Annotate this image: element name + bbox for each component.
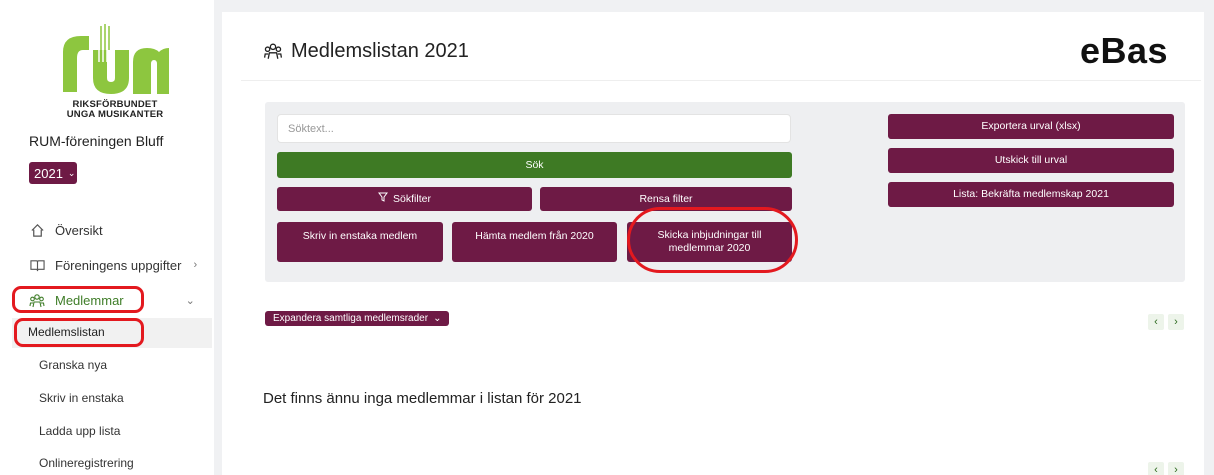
- rum-logo-icon: [63, 24, 169, 94]
- search-filter-label: Sökfilter: [393, 192, 431, 205]
- confirm-membership-label: Lista: Bekräfta medlemskap 2021: [953, 188, 1109, 200]
- export-selection-button[interactable]: Exportera urval (xlsx): [888, 114, 1174, 139]
- nav-item-association-label: Föreningens uppgifter: [55, 257, 182, 273]
- brand-logo: eBas: [1080, 30, 1169, 71]
- chevron-right-icon: ›: [193, 259, 198, 271]
- home-icon: [29, 222, 45, 238]
- chevron-down-icon: ⌄: [67, 167, 76, 178]
- write-member-label: Skriv in enstaka medlem: [302, 230, 418, 242]
- logo-text: RIKSFÖRBUNDET UNGA MUSIKANTER: [55, 100, 175, 120]
- right-strip: [1204, 0, 1214, 475]
- sub-item-review-new[interactable]: Granska nya: [39, 358, 107, 372]
- pager-top: ‹ ›: [1148, 314, 1184, 330]
- pager-bottom: ‹ ›: [1148, 462, 1184, 475]
- search-filter-button[interactable]: Sökfilter: [277, 187, 532, 211]
- header-divider: [241, 80, 1201, 81]
- send-to-selection-label: Utskick till urval: [994, 154, 1068, 166]
- annotation-oval-send-invites: [627, 207, 798, 273]
- confirm-membership-button[interactable]: Lista: Bekräfta medlemskap 2021: [888, 182, 1174, 207]
- export-selection-label: Exportera urval (xlsx): [981, 120, 1081, 132]
- year-select-value: 2021: [34, 165, 63, 181]
- nav-item-association[interactable]: Föreningens uppgifter ›: [29, 257, 197, 273]
- year-select[interactable]: 2021 ⌄: [29, 162, 77, 184]
- annotation-oval-members: [12, 286, 144, 313]
- page-title: Medlemslistan 2021: [263, 40, 469, 63]
- logo-text-line2: UNGA MUSIKANTER: [66, 109, 164, 120]
- fetch-members-label: Hämta medlem från 2020: [475, 230, 594, 242]
- fetch-members-button[interactable]: Hämta medlem från 2020: [452, 222, 617, 262]
- expand-all-rows-button[interactable]: Expandera samtliga medlemsrader ⌄: [265, 311, 450, 326]
- prev-page-button[interactable]: ‹: [1148, 314, 1164, 330]
- book-icon: [29, 257, 45, 273]
- sub-item-write-single[interactable]: Skriv in enstaka: [39, 391, 124, 405]
- search-input[interactable]: Söktext...: [277, 114, 791, 143]
- search-button-label: Sök: [525, 158, 544, 171]
- chevron-down-icon: ⌄: [433, 313, 442, 324]
- next-page-button[interactable]: ›: [1168, 462, 1184, 475]
- rum-logo[interactable]: RIKSFÖRBUNDET UNGA MUSIKANTER: [55, 22, 175, 120]
- nav-item-overview[interactable]: Översikt: [29, 222, 103, 238]
- expand-all-rows-label: Expandera samtliga medlemsrader: [273, 313, 429, 324]
- search-button[interactable]: Sök: [277, 152, 792, 178]
- next-page-button[interactable]: ›: [1168, 314, 1184, 330]
- empty-list-message: Det finns ännu inga medlemmar i listan f…: [263, 390, 582, 407]
- send-to-selection-button[interactable]: Utskick till urval: [888, 148, 1174, 173]
- annotation-oval-member-list: [14, 318, 144, 347]
- gutter: [214, 0, 222, 475]
- organization-name: RUM-föreningen Bluff: [29, 133, 164, 149]
- nav-item-overview-label: Översikt: [55, 222, 103, 238]
- filter-icon: [378, 192, 389, 206]
- clear-filter-label: Rensa filter: [639, 192, 693, 205]
- prev-page-button[interactable]: ‹: [1148, 462, 1164, 475]
- write-member-button[interactable]: Skriv in enstaka medlem: [277, 222, 443, 262]
- chevron-down-icon: ⌄: [185, 294, 195, 307]
- top-strip: [222, 0, 1214, 12]
- sidebar: RIKSFÖRBUNDET UNGA MUSIKANTER RUM-föreni…: [0, 0, 214, 475]
- page-title-text: Medlemslistan 2021: [291, 40, 469, 62]
- sub-item-upload-list[interactable]: Ladda upp lista: [39, 424, 120, 438]
- group-icon: [263, 42, 283, 62]
- sub-item-online-registration[interactable]: Onlineregistrering: [39, 456, 134, 470]
